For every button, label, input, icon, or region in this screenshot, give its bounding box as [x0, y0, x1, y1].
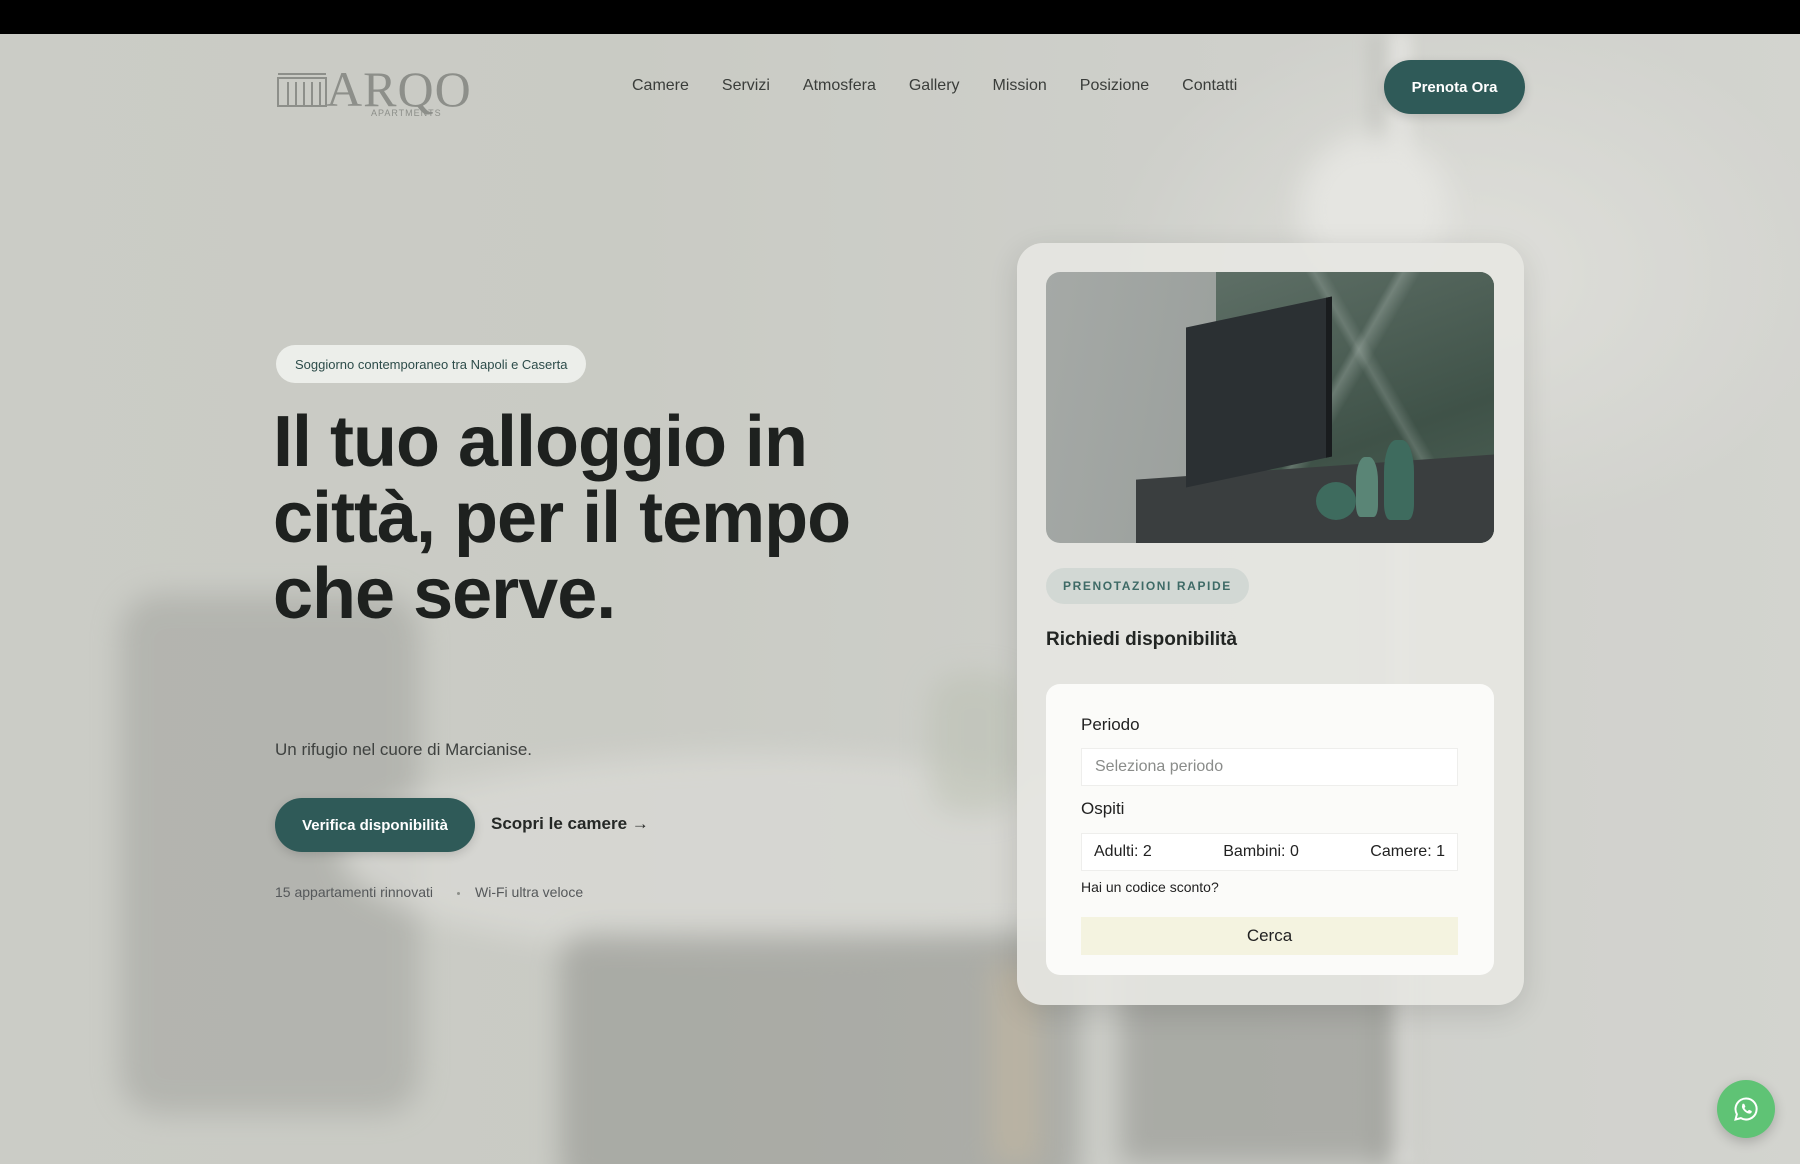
- hero-subtitle: Un rifugio nel cuore di Marcianise.: [275, 740, 533, 759]
- booking-card: PRENOTAZIONI RAPIDE Richiedi disponibili…: [1017, 243, 1524, 1005]
- cactus-decor: [1316, 482, 1356, 520]
- discount-code-link[interactable]: Hai un codice sconto?: [1081, 879, 1219, 895]
- feature-apartments: 15 appartamenti rinnovati: [275, 884, 433, 900]
- adults-count: Adulti: 2: [1094, 843, 1152, 860]
- feature-wifi: Wi-Fi ultra veloce: [475, 884, 584, 900]
- nav-item-mission[interactable]: Mission: [993, 77, 1047, 95]
- period-label: Periodo: [1081, 715, 1140, 734]
- nav-item-contatti[interactable]: Contatti: [1182, 77, 1237, 95]
- nav-item-posizione[interactable]: Posizione: [1080, 77, 1149, 95]
- cactus-decor: [1384, 440, 1414, 520]
- scopri-camere-link[interactable]: Scopri le camere →: [491, 814, 649, 834]
- cactus-decor: [1356, 457, 1378, 517]
- television: [1186, 296, 1332, 488]
- hero-title: Il tuo alloggio in città, per il tempo c…: [273, 402, 851, 634]
- building-logo-icon: [277, 73, 327, 107]
- apartment-photo: [1046, 272, 1494, 543]
- nav-item-atmosfera[interactable]: Atmosfera: [803, 77, 876, 95]
- background-veil: [0, 34, 1800, 1164]
- main-nav: Camere Servizi Atmosfera Gallery Mission…: [632, 77, 1270, 95]
- nav-item-camere[interactable]: Camere: [632, 77, 689, 95]
- whatsapp-icon: [1734, 1097, 1758, 1121]
- period-input[interactable]: Seleziona periodo: [1081, 748, 1458, 786]
- search-button[interactable]: Cerca: [1081, 917, 1458, 955]
- whatsapp-button[interactable]: [1717, 1080, 1775, 1138]
- tagline-badge: Soggiorno contemporaneo tra Napoli e Cas…: [276, 345, 587, 383]
- guests-label: Ospiti: [1081, 799, 1125, 818]
- rooms-count: Camere: 1: [1370, 843, 1445, 860]
- prenota-ora-button[interactable]: Prenota Ora: [1384, 60, 1525, 114]
- guests-selector[interactable]: Adulti: 2 Bambini: 0 Camere: 1: [1081, 833, 1458, 871]
- quick-booking-badge: PRENOTAZIONI RAPIDE: [1046, 568, 1249, 604]
- hero-section: ARQO APARTMENTS Camere Servizi Atmosfera…: [0, 34, 1800, 1164]
- nav-item-gallery[interactable]: Gallery: [909, 77, 960, 95]
- nav-item-servizi[interactable]: Servizi: [722, 77, 770, 95]
- logo[interactable]: ARQO APARTMENTS: [276, 61, 481, 122]
- children-count: Bambini: 0: [1223, 843, 1299, 860]
- booking-form: Periodo Seleziona periodo Ospiti Adulti:…: [1046, 684, 1494, 975]
- logo-subtitle: APARTMENTS: [371, 108, 442, 118]
- verifica-disponibilita-button[interactable]: Verifica disponibilità: [275, 798, 475, 852]
- booking-heading: Richiedi disponibilità: [1046, 629, 1238, 650]
- feature-separator: [457, 892, 460, 895]
- top-black-bar: [0, 0, 1800, 34]
